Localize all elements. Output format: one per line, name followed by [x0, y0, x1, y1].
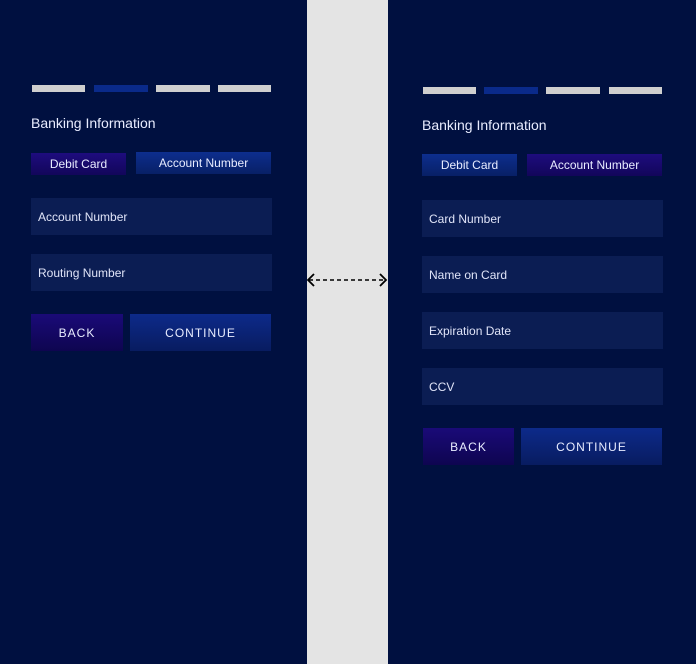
progress-step-1: [423, 87, 476, 94]
card-number-field[interactable]: Card Number: [422, 200, 663, 237]
progress-step-3: [156, 85, 210, 92]
tab-label: Debit Card: [440, 158, 499, 172]
progress-step-3: [546, 87, 600, 94]
page-title: Banking Information: [422, 117, 547, 133]
tab-debit-card[interactable]: Debit Card: [31, 153, 126, 175]
gutter: [307, 0, 388, 664]
tab-label: Account Number: [549, 158, 640, 172]
progress-step-4: [218, 85, 271, 92]
tab-account-number[interactable]: Account Number: [136, 152, 271, 174]
field-placeholder: Expiration Date: [429, 323, 512, 338]
field-placeholder: CCV: [429, 379, 455, 394]
field-placeholder: Card Number: [429, 211, 502, 226]
field-placeholder: Name on Card: [429, 267, 508, 282]
field-placeholder: Routing Number: [38, 265, 126, 280]
double-arrow-icon: [306, 273, 388, 287]
right-screen: Banking Information Debit Card Account N…: [388, 0, 696, 664]
back-button-label: BACK: [58, 325, 96, 340]
tab-account-number[interactable]: Account Number: [527, 154, 662, 176]
name-on-card-field[interactable]: Name on Card: [422, 256, 663, 293]
routing-number-field[interactable]: Routing Number: [31, 254, 272, 291]
continue-button-label: CONTINUE: [556, 439, 627, 454]
back-button-label: BACK: [450, 439, 487, 454]
progress-step-1: [32, 85, 85, 92]
progress-step-2: [484, 87, 538, 94]
back-button[interactable]: BACK: [423, 428, 514, 465]
field-placeholder: Account Number: [38, 209, 128, 224]
account-number-field[interactable]: Account Number: [31, 198, 272, 235]
continue-button[interactable]: CONTINUE: [130, 314, 271, 351]
continue-button-label: CONTINUE: [165, 325, 236, 340]
progress-step-4: [609, 87, 662, 94]
tab-label: Debit Card: [49, 157, 108, 171]
progress-step-2: [94, 85, 148, 92]
ccv-field[interactable]: CCV: [422, 368, 663, 405]
expiration-date-field[interactable]: Expiration Date: [422, 312, 663, 349]
tab-debit-card[interactable]: Debit Card: [422, 154, 517, 176]
back-button[interactable]: BACK: [31, 314, 123, 351]
continue-button[interactable]: CONTINUE: [521, 428, 662, 465]
tab-label: Account Number: [158, 156, 249, 170]
left-screen: Banking Information Debit Card Account N…: [0, 0, 307, 664]
page-title: Banking Information: [31, 115, 156, 131]
